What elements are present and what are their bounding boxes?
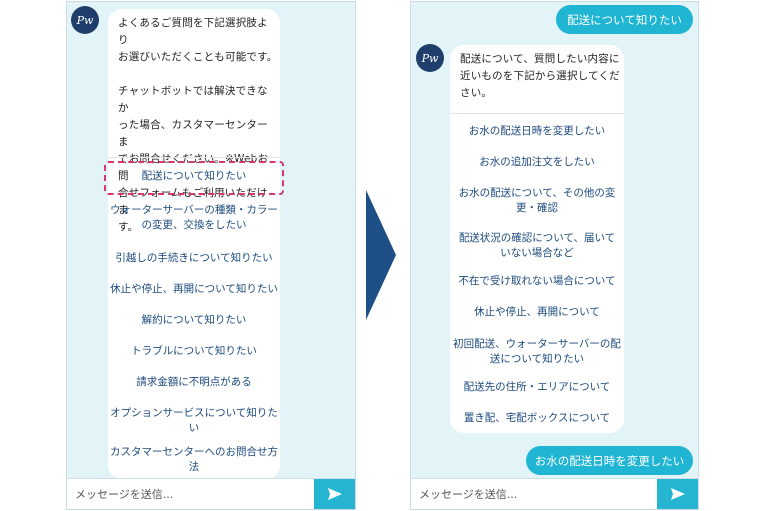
avatar-logo-text: Pw [76, 13, 94, 27]
bot-message-bubble: 配送について、質問したい内容に 近いものを下記から選択してくだ さい。 お水の配… [450, 45, 624, 433]
option-pause[interactable]: 休止や停止、再開について知りたい [108, 282, 280, 297]
option-moving[interactable]: 引越しの手続きについて知りたい [108, 251, 280, 266]
message-input[interactable] [67, 479, 315, 509]
user-message-bubble: 配送について知りたい [556, 5, 693, 34]
message-input-bar [67, 478, 355, 509]
left-chat-panel: Pw よくあるご質問を下記選択肢より お選びいただくことも可能です。 チャットボ… [66, 1, 356, 510]
right-chat-panel: 配送について知りたい Pw 配送について、質問したい内容に 近いものを下記から選… [410, 1, 699, 510]
option-delivery-address[interactable]: 配送先の住所・エリアについて [450, 380, 624, 395]
user-message-text: 配送について知りたい [567, 12, 682, 27]
user-message-text: お水の配送日時を変更したい [534, 453, 685, 468]
chevron-right-arrow [366, 190, 396, 320]
bot-avatar: Pw [71, 6, 99, 34]
bot-avatar: Pw [416, 44, 444, 72]
option-drop-off[interactable]: 置き配、宅配ボックスについて [450, 411, 624, 426]
option-delivery-status[interactable]: 配送状況の確認について、届いて いない場合など [450, 231, 624, 261]
option-pause-resume[interactable]: 休止や停止、再開について [450, 305, 624, 320]
bot-message-bubble: よくあるご質問を下記選択肢より お選びいただくことも可能です。 チャットボットで… [104, 9, 284, 479]
divider [450, 113, 624, 114]
user-message-bubble: お水の配送日時を変更したい [526, 446, 693, 475]
option-change-delivery-date[interactable]: お水の配送日時を変更したい [450, 124, 624, 139]
message-input-bar [411, 478, 698, 509]
option-server-change[interactable]: ウォーターサーバーの種類・カラー の変更、交換をしたい [108, 203, 280, 233]
send-button[interactable] [314, 479, 355, 509]
paper-plane-icon [670, 488, 685, 500]
option-other-delivery[interactable]: お水の配送について、その他の変 更・確認 [450, 186, 624, 216]
message-input[interactable] [411, 479, 658, 509]
option-absence[interactable]: 不在で受け取れない場合について [450, 274, 624, 289]
option-trouble[interactable]: トラブルについて知りたい [108, 344, 280, 359]
divider [108, 157, 280, 158]
paper-plane-icon [327, 488, 342, 500]
option-cancel[interactable]: 解約について知りたい [108, 313, 280, 328]
bot-reply-text: 配送について、質問したい内容に 近いものを下記から選択してくだ さい。 [460, 53, 620, 99]
send-button[interactable] [657, 479, 698, 509]
option-optional-service[interactable]: オプションサービスについて知りた い [108, 406, 280, 436]
option-billing[interactable]: 請求金額に不明点がある [108, 375, 280, 390]
option-contact[interactable]: カスタマーセンターへのお問合せ方 法 [108, 445, 280, 475]
option-delivery[interactable]: 配送について知りたい [104, 161, 284, 195]
avatar-logo-text: Pw [421, 51, 439, 65]
option-first-delivery[interactable]: 初回配送、ウォーターサーバーの配 送について知りたい [450, 337, 624, 367]
option-additional-order[interactable]: お水の追加注文をしたい [450, 155, 624, 170]
